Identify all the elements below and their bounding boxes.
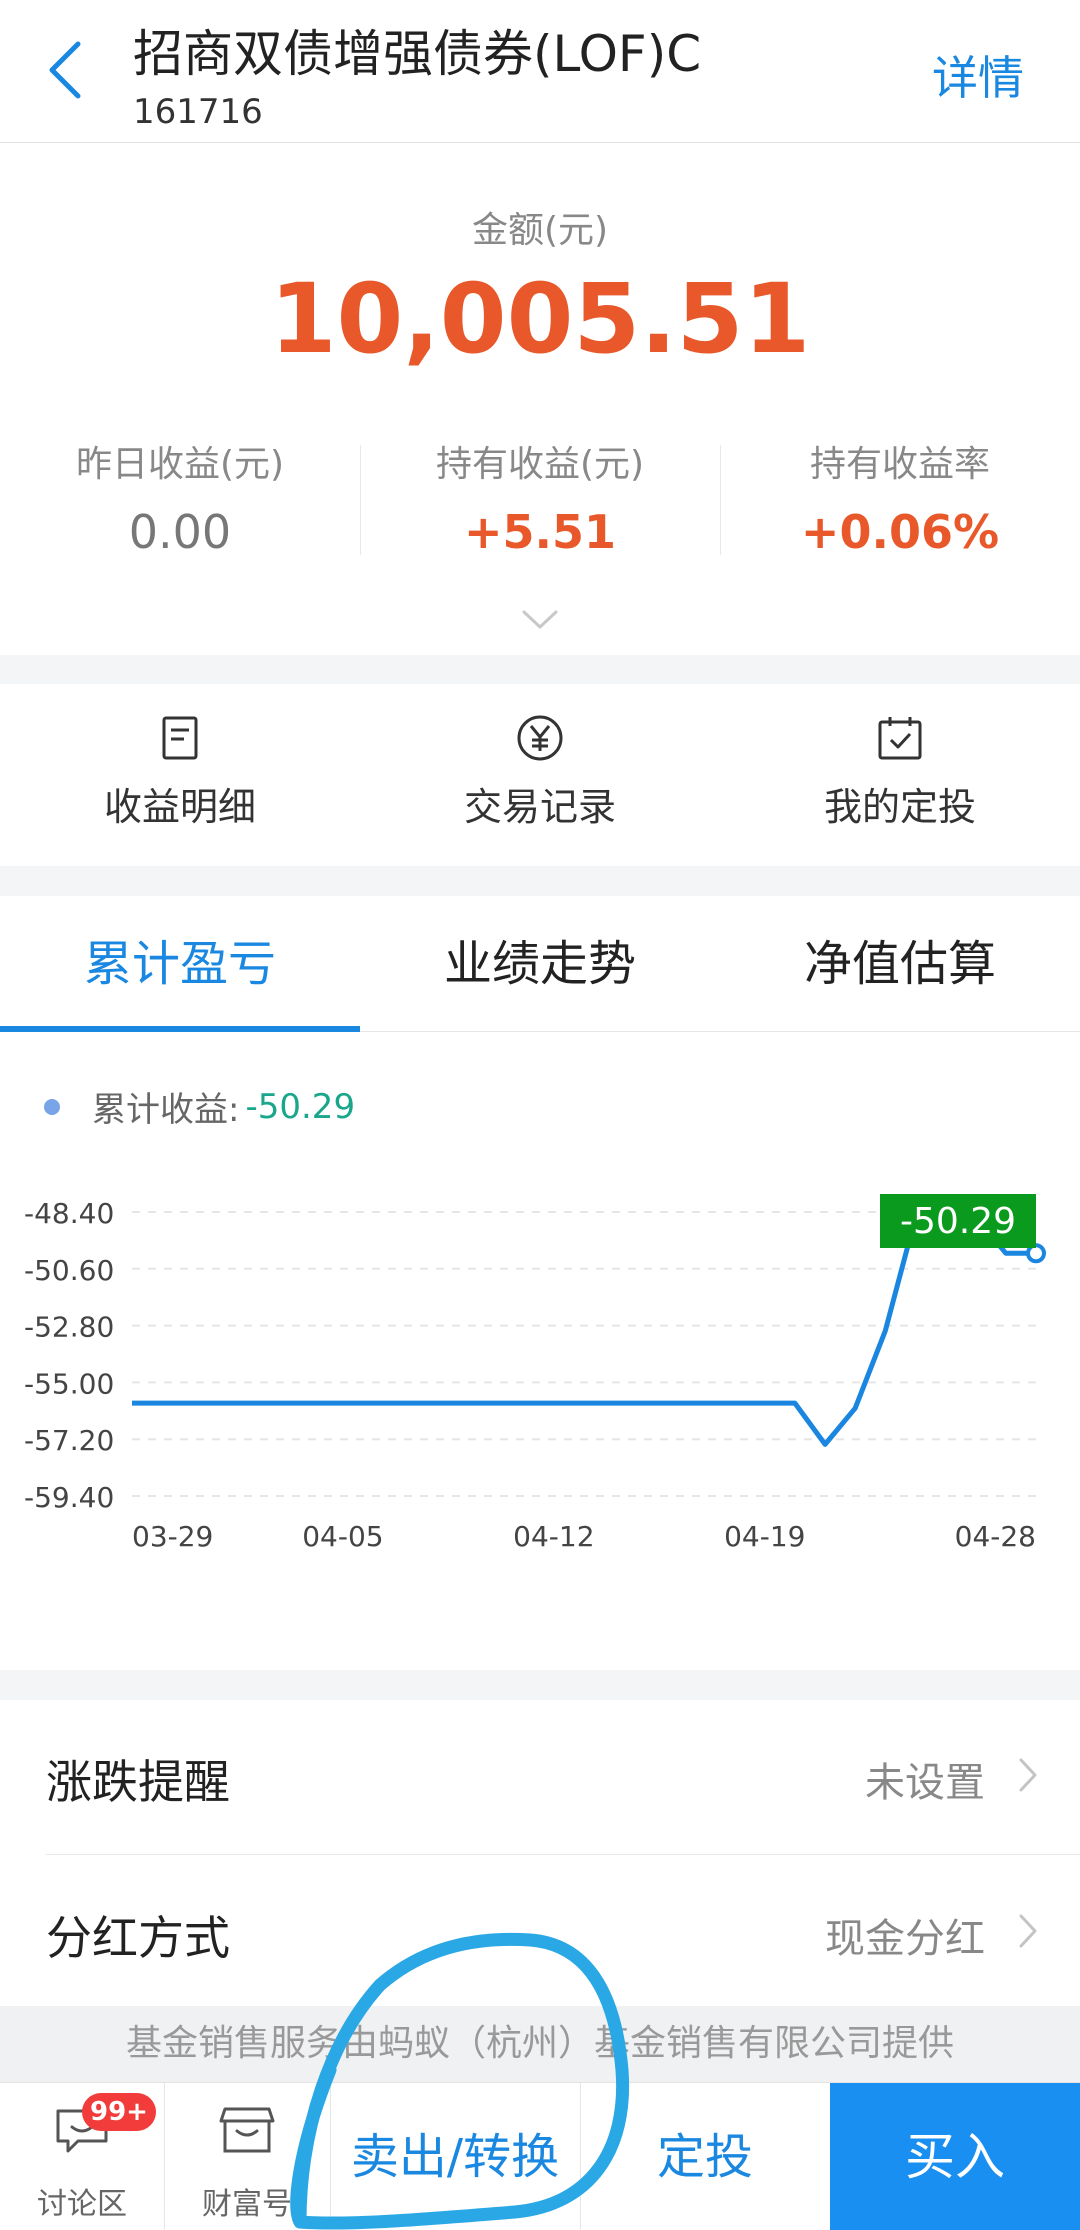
bottom-action-bar: 99+ 讨论区 财富号 卖出/转换 定投 买入 [0,2082,1080,2230]
cumulative-profit-chart[interactable]: -48.40 -50.60 -52.80 -55.00 -57.20 -59.40 03-2… [0,1156,1080,1576]
stat-yesterday-profit: 昨日收益(元) 0.00 [0,435,360,559]
chevron-right-icon [1019,1758,1037,1792]
document-icon [162,716,198,760]
stat-holding-profit: 持有收益(元) +5.51 [360,435,720,559]
buy-button[interactable]: 买入 [830,2083,1080,2230]
wealth-account-button[interactable]: 财富号 [164,2083,330,2230]
action-label: 收益明细 [103,785,256,829]
stat-label: 持有收益(元) [435,444,645,485]
unread-badge: 99+ [82,2093,156,2131]
highlight-label: -50.29 [900,1201,1016,1242]
tab-active-indicator [0,1026,360,1032]
divider [46,1854,1080,1855]
x-tick-label: 04-28 [955,1520,1036,1553]
sip-button[interactable]: 定投 [580,2083,830,2230]
y-tick-label: -50.60 [24,1254,114,1287]
action-shortcuts: 收益明细 交易记录 我的定投 [0,684,1080,866]
dividend-method-row[interactable]: 分红方式 现金分红 [0,1856,1080,2006]
header-bar: 招商双债增强债券(LOF)C 161716 详情 [0,0,1080,143]
sell-convert-button[interactable]: 卖出/转换 [330,2083,580,2230]
legend-label: 累计收益: [92,1090,240,1130]
yen-circle-icon [517,715,563,761]
chevron-right-icon [1019,1914,1037,1948]
series-line [132,1214,1036,1447]
fund-code: 161716 [133,92,263,132]
y-tick-label: -48.40 [24,1197,114,1230]
back-arrow-icon[interactable] [44,38,88,102]
amount-label: 金额(元) [471,210,609,251]
stat-label: 昨日收益(元) [75,444,285,485]
row-value: 现金分红 [825,1916,985,1962]
settings-list: 涨跌提醒 未设置 分红方式 现金分红 [0,1700,1080,2006]
action-label: 交易记录 [463,785,616,829]
y-tick-label: -55.00 [24,1367,114,1400]
stat-value: +5.51 [463,505,617,559]
stat-value: 0.00 [128,505,232,559]
amount-value: 10,005.51 [269,263,811,375]
trade-record-button[interactable]: 交易记录 [360,714,720,831]
chevron-down-icon[interactable] [521,609,559,631]
stat-value: +0.06% [800,505,1000,559]
detail-link[interactable]: 详情 [932,42,1024,108]
x-tick-label: 03-29 [132,1520,213,1553]
provider-notice: 基金销售服务由蚂蚁（杭州）基金销售有限公司提供 [0,2006,1080,2082]
tab-nav-estimate[interactable]: 净值估算 [720,896,1080,1032]
tab-cumulative-profit[interactable]: 累计盈亏 [0,896,360,1032]
y-tick-label: -57.20 [24,1424,114,1457]
holding-summary: 金额(元) 10,005.51 昨日收益(元) 0.00 持有收益(元) +5.… [0,143,1080,655]
tab-performance-trend[interactable]: 业绩走势 [360,896,720,1032]
y-tick-label: -52.80 [24,1311,114,1344]
row-label: 涨跌提醒 [46,1755,230,1809]
fund-title: 招商双债增强债券(LOF)C [133,25,702,83]
discussion-button[interactable]: 99+ 讨论区 [0,2083,164,2230]
x-tick-label: 04-12 [513,1520,594,1553]
x-tick-label: 04-05 [302,1520,383,1553]
profit-chart-card: 累计盈亏 业绩走势 净值估算 累计收益: -50.29 -48.40 -50.60… [0,896,1080,1670]
chart-tabs: 累计盈亏 业绩走势 净值估算 [0,896,1080,1032]
row-value: 未设置 [865,1760,985,1806]
stat-label: 持有收益率 [809,444,990,485]
legend-dot-icon [44,1098,60,1115]
row-label: 分红方式 [46,1911,230,1965]
x-tick-label: 04-19 [724,1520,805,1553]
action-label: 我的定投 [823,785,976,829]
legend-value: -50.29 [245,1086,356,1127]
y-tick-label: -59.40 [24,1481,114,1514]
chart-legend: 累计收益: -50.29 [44,1082,355,1131]
shop-icon [219,2107,275,2153]
wealth-label: 财富号 [202,2187,292,2222]
calendar-check-icon [878,717,922,760]
wealth-icon-wrap [164,2105,330,2159]
income-detail-button[interactable]: 收益明细 [0,714,360,831]
price-alert-row[interactable]: 涨跌提醒 未设置 [0,1700,1080,1850]
discussion-label: 讨论区 [37,2187,127,2222]
stat-holding-rate: 持有收益率 +0.06% [720,435,1080,559]
my-sip-button[interactable]: 我的定投 [720,714,1080,831]
